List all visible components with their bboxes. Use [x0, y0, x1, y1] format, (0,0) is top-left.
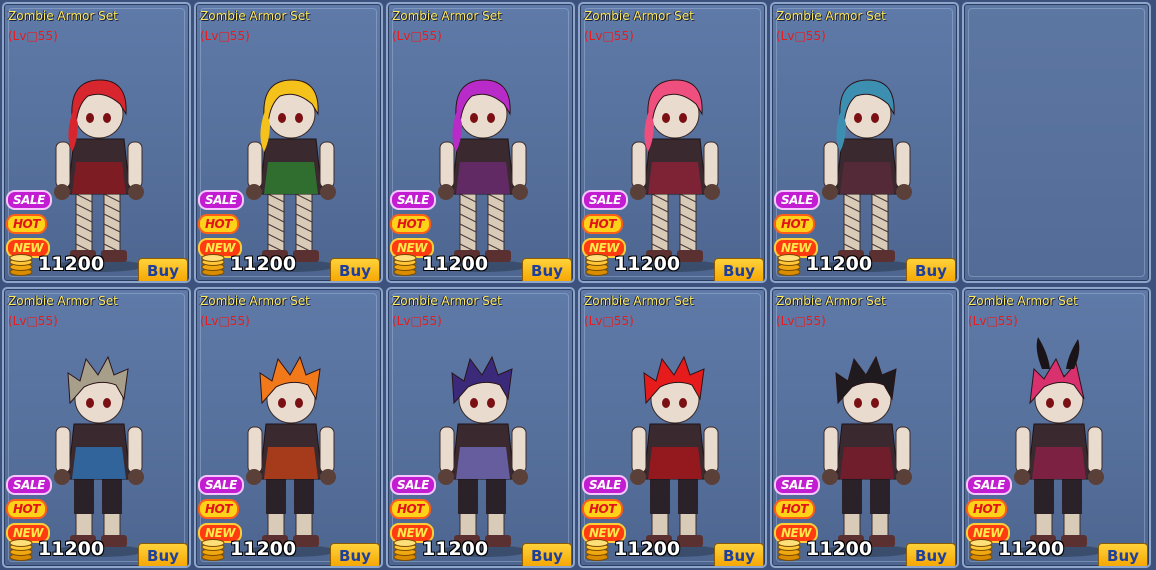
hot-badge-icon: HOT — [198, 214, 239, 234]
item-price: 11200 — [230, 253, 297, 275]
buy-button[interactable]: Buy — [1098, 543, 1148, 566]
coin-stack-icon — [9, 254, 33, 276]
item-price: 11200 — [806, 253, 873, 275]
sale-badge-icon: SALE — [582, 475, 628, 495]
item-price: 11200 — [614, 253, 681, 275]
item-level-requirement: (Lv□55) — [8, 29, 58, 43]
shop-item-card[interactable]: Zombie Armor Set (Lv□55) SALE HOT NEW 11… — [2, 2, 191, 283]
coin-stack-icon — [585, 539, 609, 561]
buy-button[interactable]: Buy — [330, 258, 380, 281]
sale-badge-icon: SALE — [390, 190, 436, 210]
hot-badge-icon: HOT — [390, 214, 431, 234]
hot-badge-icon: HOT — [198, 499, 239, 519]
item-price: 11200 — [806, 538, 873, 560]
shop-item-card[interactable]: Zombie Armor Set (Lv□55) SALE HOT NEW 11… — [386, 2, 575, 283]
item-level-requirement: (Lv□55) — [392, 314, 442, 328]
coin-stack-icon — [201, 254, 225, 276]
hot-badge-icon: HOT — [390, 499, 431, 519]
item-level-requirement: (Lv□55) — [584, 314, 634, 328]
buy-button[interactable]: Buy — [138, 543, 188, 566]
shop-item-card[interactable]: Zombie Armor Set (Lv□55) SALE HOT NEW 11… — [2, 287, 191, 568]
item-name: Zombie Armor Set — [392, 294, 502, 308]
sale-badge-icon: SALE — [6, 190, 52, 210]
buy-button[interactable]: Buy — [906, 258, 956, 281]
item-level-requirement: (Lv□55) — [8, 314, 58, 328]
item-name: Zombie Armor Set — [776, 9, 886, 23]
shop-item-card[interactable]: Zombie Armor Set (Lv□55) SALE HOT NEW 11… — [962, 287, 1151, 568]
coin-stack-icon — [585, 254, 609, 276]
buy-button[interactable]: Buy — [714, 543, 764, 566]
item-name: Zombie Armor Set — [200, 9, 310, 23]
item-name: Zombie Armor Set — [584, 294, 694, 308]
coin-stack-icon — [201, 539, 225, 561]
shop-item-card[interactable]: Zombie Armor Set (Lv□55) SALE HOT NEW 11… — [770, 287, 959, 568]
buy-button[interactable]: Buy — [714, 258, 764, 281]
sale-badge-icon: SALE — [198, 475, 244, 495]
item-name: Zombie Armor Set — [8, 9, 118, 23]
empty-item-slot — [962, 2, 1151, 283]
sale-badge-icon: SALE — [774, 475, 820, 495]
item-price: 11200 — [614, 538, 681, 560]
item-price: 11200 — [38, 253, 105, 275]
item-level-requirement: (Lv□55) — [776, 314, 826, 328]
item-price: 11200 — [38, 538, 105, 560]
sale-badge-icon: SALE — [198, 190, 244, 210]
sale-badge-icon: SALE — [390, 475, 436, 495]
hot-badge-icon: HOT — [774, 499, 815, 519]
item-level-requirement: (Lv□55) — [968, 314, 1018, 328]
hot-badge-icon: HOT — [6, 499, 47, 519]
item-name: Zombie Armor Set — [8, 294, 118, 308]
item-price: 11200 — [422, 538, 489, 560]
item-name: Zombie Armor Set — [584, 9, 694, 23]
shop-item-card[interactable]: Zombie Armor Set (Lv□55) SALE HOT NEW 11… — [578, 287, 767, 568]
shop-item-card[interactable]: Zombie Armor Set (Lv□55) SALE HOT NEW 11… — [194, 2, 383, 283]
item-level-requirement: (Lv□55) — [200, 314, 250, 328]
shop-item-card[interactable]: Zombie Armor Set (Lv□55) SALE HOT NEW 11… — [386, 287, 575, 568]
coin-stack-icon — [393, 254, 417, 276]
buy-button[interactable]: Buy — [906, 543, 956, 566]
item-name: Zombie Armor Set — [776, 294, 886, 308]
buy-button[interactable]: Buy — [522, 543, 572, 566]
coin-stack-icon — [969, 539, 993, 561]
item-level-requirement: (Lv□55) — [200, 29, 250, 43]
shop-item-grid: Zombie Armor Set (Lv□55) SALE HOT NEW 11… — [0, 0, 1156, 570]
coin-stack-icon — [777, 539, 801, 561]
item-name: Zombie Armor Set — [392, 9, 502, 23]
sale-badge-icon: SALE — [6, 475, 52, 495]
item-name: Zombie Armor Set — [200, 294, 310, 308]
buy-button[interactable]: Buy — [522, 258, 572, 281]
sale-badge-icon: SALE — [582, 190, 628, 210]
item-name: Zombie Armor Set — [968, 294, 1078, 308]
item-price: 11200 — [998, 538, 1065, 560]
item-price: 11200 — [230, 538, 297, 560]
shop-item-card[interactable]: Zombie Armor Set (Lv□55) SALE HOT NEW 11… — [770, 2, 959, 283]
hot-badge-icon: HOT — [6, 214, 47, 234]
coin-stack-icon — [9, 539, 33, 561]
sale-badge-icon: SALE — [966, 475, 1012, 495]
item-level-requirement: (Lv□55) — [776, 29, 826, 43]
item-level-requirement: (Lv□55) — [584, 29, 634, 43]
buy-button[interactable]: Buy — [330, 543, 380, 566]
shop-item-card[interactable]: Zombie Armor Set (Lv□55) SALE HOT NEW 11… — [194, 287, 383, 568]
hot-badge-icon: HOT — [582, 499, 623, 519]
card-frame — [968, 8, 1145, 277]
hot-badge-icon: HOT — [966, 499, 1007, 519]
hot-badge-icon: HOT — [774, 214, 815, 234]
coin-stack-icon — [393, 539, 417, 561]
buy-button[interactable]: Buy — [138, 258, 188, 281]
item-price: 11200 — [422, 253, 489, 275]
shop-item-card[interactable]: Zombie Armor Set (Lv□55) SALE HOT NEW 11… — [578, 2, 767, 283]
hot-badge-icon: HOT — [582, 214, 623, 234]
sale-badge-icon: SALE — [774, 190, 820, 210]
coin-stack-icon — [777, 254, 801, 276]
item-level-requirement: (Lv□55) — [392, 29, 442, 43]
